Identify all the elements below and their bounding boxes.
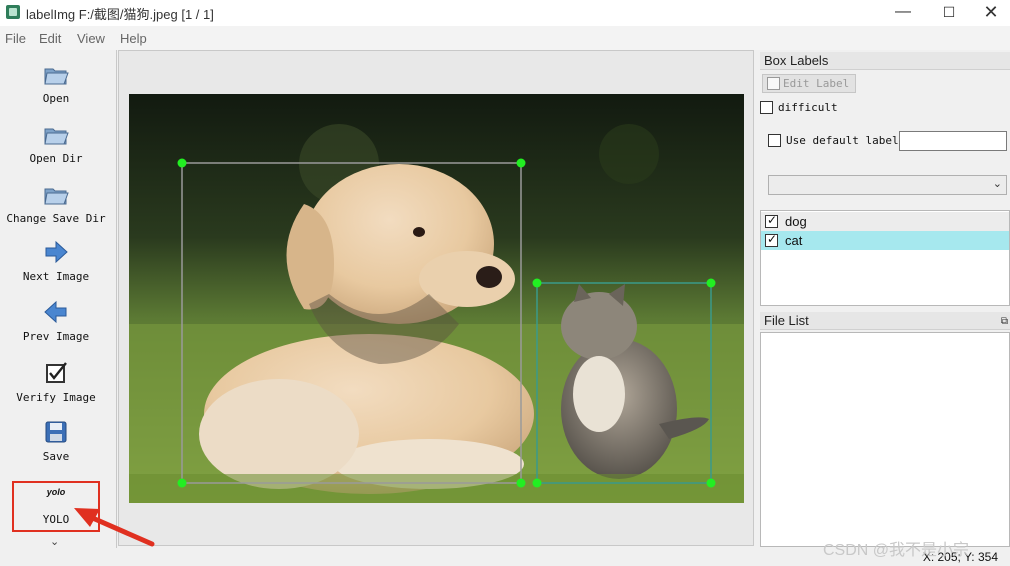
edit-pencil-icon — [767, 77, 780, 90]
menu-file[interactable]: File — [5, 31, 26, 46]
dog-cat-photo — [129, 94, 744, 503]
next-image-button[interactable]: Next Image — [0, 238, 112, 283]
file-list-title: File List ⧉ — [760, 312, 1010, 330]
menu-bar: File Edit View Help — [0, 26, 1010, 50]
box-labels-title: Box Labels — [760, 52, 1010, 70]
label-item-cat[interactable]: ✓ cat — [761, 231, 1009, 250]
minimize-button[interactable]: — — [880, 0, 926, 26]
edit-label-button[interactable]: Edit Label — [762, 74, 856, 93]
label-combo-box[interactable]: ⌄ — [768, 175, 1007, 195]
change-save-dir-button[interactable]: Change Save Dir — [0, 180, 112, 225]
difficult-label: difficult — [778, 101, 838, 114]
title-bar: labelImg F:/截图/猫狗.jpeg [1 / 1] — ☐ ✕ — [0, 0, 1010, 26]
checkmark-icon: ✓ — [767, 232, 778, 246]
use-default-label-checkbox[interactable] — [768, 134, 781, 147]
folder-open-icon — [44, 128, 69, 145]
watermark-text: CSDN @我不是小宗 — [823, 542, 970, 559]
prev-image-label: Prev Image — [22, 330, 90, 343]
cat-checkbox[interactable]: ✓ — [765, 232, 778, 247]
annotation-arrow-icon — [74, 508, 155, 547]
maximize-button[interactable]: ☐ — [926, 0, 972, 26]
open-button[interactable]: Open — [0, 60, 112, 105]
save-button[interactable]: Save — [0, 418, 112, 463]
arrow-right-icon — [45, 240, 68, 264]
arrow-left-icon — [44, 300, 67, 324]
open-dir-button[interactable]: Open Dir — [0, 120, 112, 165]
edit-label-text: Edit Label — [783, 77, 850, 90]
use-default-label-text: Use default label — [786, 134, 899, 147]
menu-view[interactable]: View — [77, 31, 105, 46]
close-button[interactable]: ✕ — [972, 0, 1010, 26]
open-dir-label: Open Dir — [29, 152, 83, 165]
difficult-checkbox[interactable] — [760, 101, 773, 114]
menu-help[interactable]: Help — [120, 31, 147, 46]
label-item-text: dog — [785, 214, 807, 229]
undock-float-icon[interactable]: ⧉ — [1001, 313, 1008, 331]
image-canvas[interactable] — [118, 50, 754, 546]
file-list[interactable] — [760, 332, 1010, 547]
checkbox-verify-icon — [46, 362, 67, 383]
verify-image-label: Verify Image — [16, 391, 96, 404]
label-list: ✓ dog ✓ cat — [760, 210, 1010, 306]
labelimg-app-icon — [6, 5, 20, 19]
label-item-dog[interactable]: ✓ dog — [761, 212, 1009, 231]
window-title: labelImg F:/截图/猫狗.jpeg [1 / 1] — [26, 7, 214, 22]
folder-open-icon — [44, 188, 69, 205]
right-dock: Box Labels Edit Label difficult Use defa… — [758, 50, 1010, 548]
left-toolbar: Open Open Dir Change Save Dir Next Image… — [0, 50, 117, 548]
default-label-input[interactable] — [899, 131, 1007, 151]
folder-open-icon — [44, 68, 69, 85]
chevron-down-icon: ⌄ — [992, 178, 1002, 190]
change-save-dir-label: Change Save Dir — [6, 212, 106, 225]
verify-image-button[interactable]: Verify Image — [0, 359, 112, 404]
next-image-label: Next Image — [22, 270, 90, 283]
checkmark-icon: ✓ — [767, 213, 778, 227]
floppy-disk-icon — [45, 421, 67, 443]
more-tools-chevron-icon[interactable]: ⌄ — [50, 535, 59, 548]
label-item-text: cat — [785, 233, 803, 248]
file-list-title-text: File List — [764, 313, 809, 328]
save-label: Save — [42, 450, 70, 463]
dog-checkbox[interactable]: ✓ — [765, 213, 778, 228]
menu-edit[interactable]: Edit — [39, 31, 61, 46]
open-label: Open — [42, 92, 70, 105]
prev-image-button[interactable]: Prev Image — [0, 298, 112, 343]
